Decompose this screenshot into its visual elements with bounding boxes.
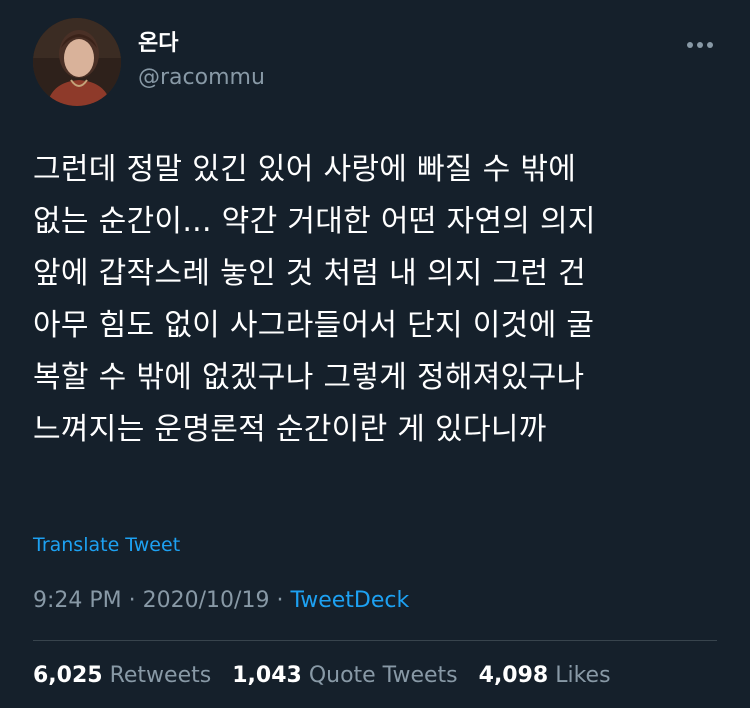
profile-photo-icon bbox=[33, 18, 121, 106]
tweet-source-link[interactable]: TweetDeck bbox=[290, 588, 409, 613]
avatar[interactable] bbox=[33, 18, 121, 106]
tweet-stats: 6,025 Retweets 1,043 Quote Tweets 4,098 … bbox=[33, 661, 625, 691]
retweets-label: Retweets bbox=[109, 663, 212, 688]
likes-count: 4,098 bbox=[478, 663, 549, 688]
quote-tweets-label: Quote Tweets bbox=[308, 663, 458, 688]
tweet-text-line: 아무 힘도 없이 사그라들어서 단지 이것에 굴 bbox=[33, 308, 595, 343]
meta-separator: · bbox=[269, 588, 291, 613]
ellipsis-icon bbox=[687, 42, 693, 48]
tweet-text-line: 없는 순간이... 약간 거대한 어떤 자연의 의지 bbox=[33, 204, 596, 239]
retweets-stat[interactable]: 6,025 Retweets bbox=[33, 663, 225, 688]
ellipsis-icon bbox=[707, 42, 713, 48]
likes-stat[interactable]: 4,098 Likes bbox=[479, 663, 625, 688]
likes-label: Likes bbox=[555, 663, 611, 688]
meta-separator: · bbox=[121, 588, 143, 613]
quote-tweets-stat[interactable]: 1,043 Quote Tweets bbox=[232, 663, 471, 688]
display-name[interactable]: 온다 bbox=[138, 30, 178, 58]
quote-tweets-count: 1,043 bbox=[232, 663, 302, 688]
tweet-text-line: 느껴지는 운명론적 순간이란 게 있다니까 bbox=[33, 412, 547, 447]
tweet-date[interactable]: 2020/10/19 bbox=[143, 588, 270, 613]
user-handle[interactable]: @racommu bbox=[138, 64, 265, 92]
tweet-text-line: 앞에 갑작스레 놓인 것 처럼 내 의지 그런 건 bbox=[33, 256, 586, 291]
divider bbox=[33, 640, 717, 641]
tweet-text: 그런데 정말 있긴 있어 사랑에 빠질 수 밖에 없는 순간이... 약간 거대… bbox=[33, 144, 723, 456]
ellipsis-icon bbox=[697, 42, 703, 48]
tweet-text-line: 그런데 정말 있긴 있어 사랑에 빠질 수 밖에 bbox=[33, 152, 577, 187]
tweet-detail: 온다 @racommu 그런데 정말 있긴 있어 사랑에 빠질 수 밖에 없는 … bbox=[0, 0, 750, 708]
tweet-metadata: 9:24 PM · 2020/10/19 · TweetDeck bbox=[33, 586, 409, 616]
retweets-count: 6,025 bbox=[33, 663, 103, 688]
tweet-text-line: 복할 수 밖에 없겠구나 그렇게 정해져있구나 bbox=[33, 360, 585, 395]
more-options-button[interactable] bbox=[680, 30, 720, 60]
translate-tweet-link[interactable]: Translate Tweet bbox=[33, 532, 180, 558]
tweet-time[interactable]: 9:24 PM bbox=[33, 588, 122, 613]
